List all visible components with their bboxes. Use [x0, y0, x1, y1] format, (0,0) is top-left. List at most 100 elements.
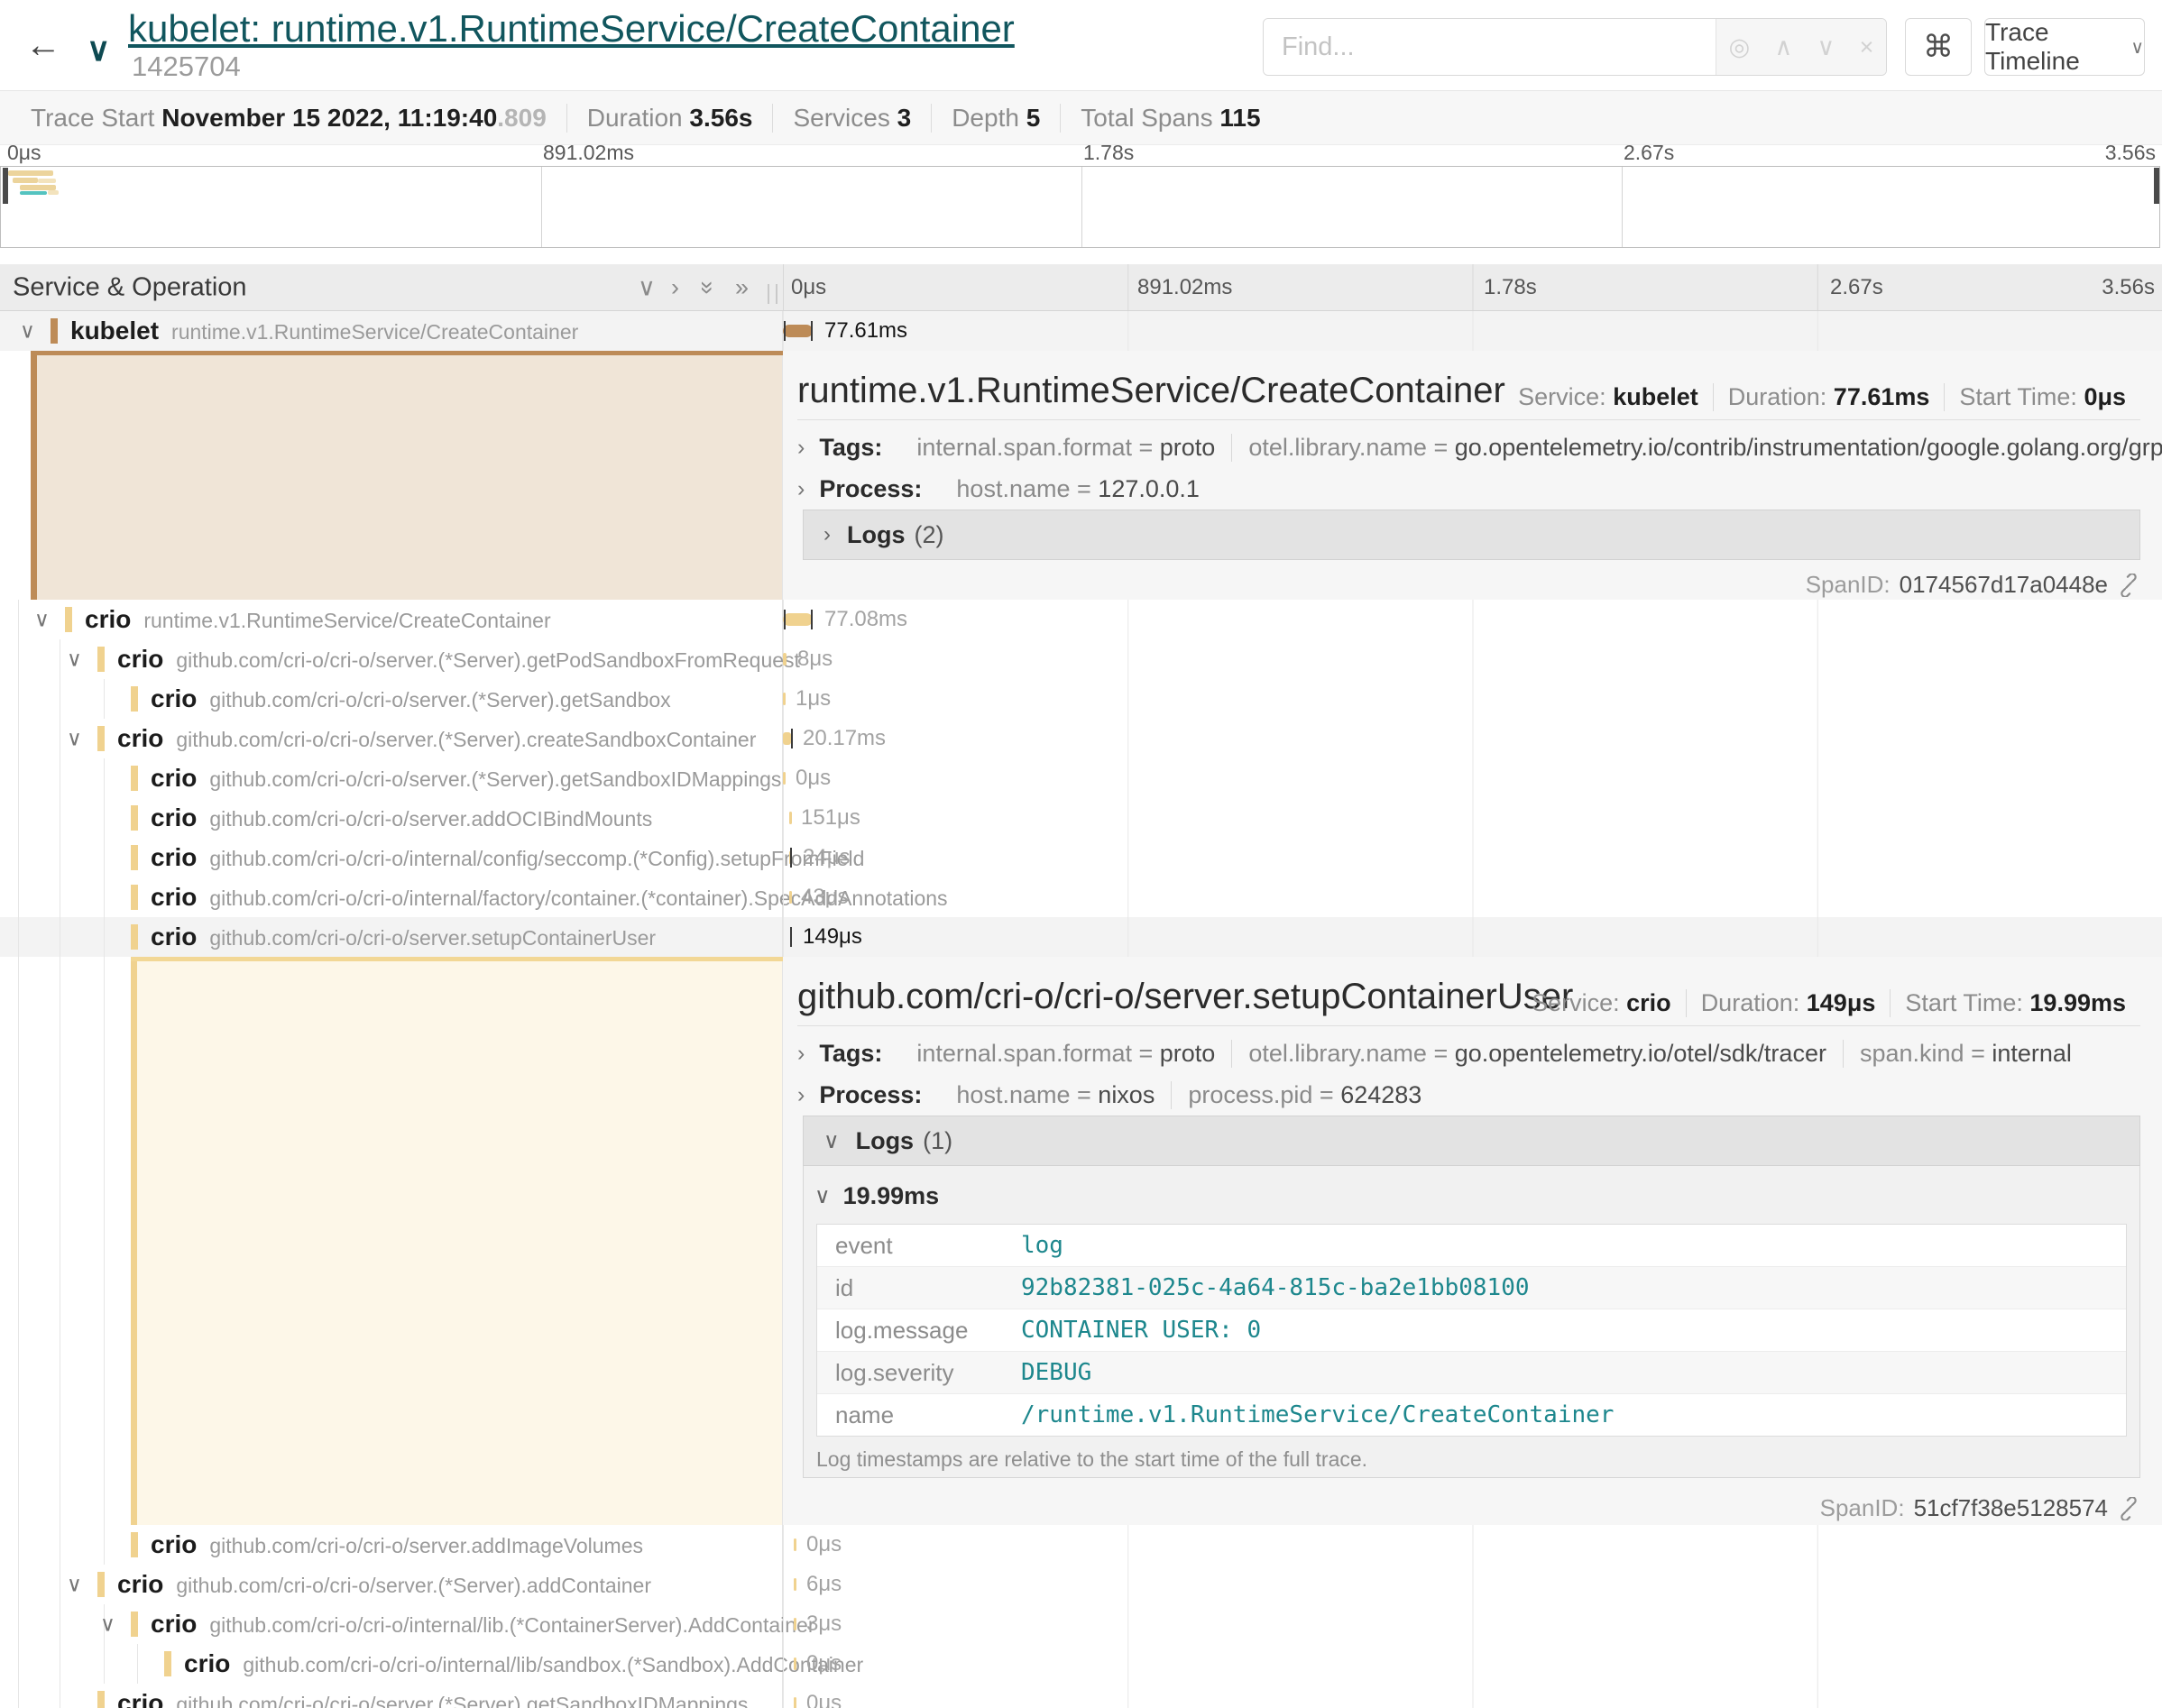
- span-id: SpanID: 51cf7f38e5128574: [1820, 1494, 2140, 1522]
- span-detail-row-kubelet: runtime.v1.RuntimeService/CreateContaine…: [0, 351, 2162, 600]
- trace-total-spans: Total Spans 115: [1060, 104, 1280, 133]
- span-timeline-cell[interactable]: 149μs: [783, 917, 2162, 957]
- span-timeline-cell[interactable]: 151μs: [783, 798, 2162, 838]
- log-timestamps-note: Log timestamps are relative to the start…: [816, 1447, 1367, 1472]
- minimap-span-bar: [20, 191, 47, 195]
- chevron-right-icon: ›: [797, 1082, 805, 1108]
- column-resize-grip[interactable]: [768, 284, 777, 304]
- span-timeline-cell[interactable]: 0μs: [783, 1644, 2162, 1684]
- span-timeline-cell[interactable]: 1μs: [783, 679, 2162, 719]
- logs-accordion[interactable]: ∨ Logs(1): [803, 1116, 2140, 1166]
- span-row[interactable]: criogithub.com/cri-o/cri-o/internal/fact…: [0, 877, 2162, 917]
- log-entry-header[interactable]: ∨ 19.99ms: [814, 1182, 939, 1210]
- span-timeline-cell[interactable]: 77.08ms: [783, 600, 2162, 639]
- span-detail-panel: github.com/cri-o/cri-o/server.setupConta…: [783, 957, 2162, 1525]
- chevron-down-icon[interactable]: ∨: [67, 1573, 82, 1597]
- chevron-down-icon[interactable]: ∨: [100, 1612, 115, 1637]
- chevron-down-icon[interactable]: ∨: [67, 727, 82, 751]
- expand-one-icon[interactable]: ›: [671, 273, 679, 301]
- log-field-row: eventlog: [817, 1225, 2126, 1267]
- collapse-one-icon[interactable]: ∨: [638, 273, 656, 301]
- minimap-tick-labels: 0μs 891.02ms 1.78s 2.67s 3.56s: [0, 141, 2162, 164]
- minimap-left-scrubber[interactable]: [3, 168, 8, 204]
- detail-left-gutter: [0, 351, 783, 600]
- span-timeline-cell[interactable]: 0μs: [783, 1525, 2162, 1565]
- span-timeline-cell[interactable]: 8μs: [783, 639, 2162, 679]
- locate-icon[interactable]: ◎: [1729, 33, 1751, 61]
- trace-title-link[interactable]: kubelet: runtime.v1.RuntimeService/Creat…: [128, 7, 1015, 51]
- timeline-tick-labels: 0μs 891.02ms 1.78s 2.67s 3.56s: [783, 264, 2162, 310]
- span-timeline-cell[interactable]: 20.17ms: [783, 719, 2162, 758]
- span-row[interactable]: ∨ criogithub.com/cri-o/cri-o/server.(*Se…: [0, 639, 2162, 679]
- span-timeline-cell[interactable]: 24μs: [783, 838, 2162, 877]
- span-timeline-cell[interactable]: 77.61ms: [783, 311, 2162, 351]
- span-timeline-cell[interactable]: 3μs: [783, 1604, 2162, 1644]
- chevron-down-icon: ∨: [2130, 36, 2144, 59]
- logs-accordion[interactable]: › Logs(2): [803, 510, 2140, 560]
- minimap-right-scrubber[interactable]: [2154, 168, 2159, 204]
- collapse-all-icon[interactable]: »: [694, 280, 722, 294]
- detail-title: github.com/cri-o/cri-o/server.setupConta…: [797, 977, 1573, 1017]
- chevron-down-icon: ∨: [823, 1128, 840, 1154]
- span-row[interactable]: criogithub.com/cri-o/cri-o/server.(*Serv…: [0, 1684, 2162, 1708]
- back-arrow-icon[interactable]: ←: [16, 16, 70, 74]
- log-field-row: log.severityDEBUG: [817, 1352, 2126, 1394]
- jaeger-trace-page: ← ∨ kubelet: runtime.v1.RuntimeService/C…: [0, 0, 2162, 1708]
- tags-accordion[interactable]: › Tags: internal.span.format = proto ote…: [797, 1040, 2088, 1068]
- span-row[interactable]: ∨ criogithub.com/cri-o/cri-o/server.(*Se…: [0, 719, 2162, 758]
- span-row[interactable]: ∨ criogithub.com/cri-o/cri-o/server.(*Se…: [0, 1565, 2162, 1604]
- span-row-kubelet-createcontainer[interactable]: ∨ kubeletruntime.v1.RuntimeService/Creat…: [0, 311, 2162, 351]
- span-timeline-cell[interactable]: 0μs: [783, 1684, 2162, 1708]
- chevron-down-icon[interactable]: ∨: [34, 608, 50, 632]
- span-row[interactable]: criogithub.com/cri-o/cri-o/server.addOCI…: [0, 798, 2162, 838]
- span-detail-row-setupcontaineruser: github.com/cri-o/cri-o/server.setupConta…: [0, 957, 2162, 1525]
- minimap-span-bar: [8, 170, 53, 176]
- log-marker: [790, 927, 792, 947]
- span-row[interactable]: criogithub.com/cri-o/cri-o/internal/lib/…: [0, 1644, 2162, 1684]
- span-row[interactable]: ∨ crioruntime.v1.RuntimeService/CreateCo…: [0, 600, 2162, 639]
- span-row[interactable]: criogithub.com/cri-o/cri-o/server.addIma…: [0, 1525, 2162, 1565]
- span-row[interactable]: criogithub.com/cri-o/cri-o/server.(*Serv…: [0, 679, 2162, 719]
- process-accordion[interactable]: › Process: host.name = nixos process.pid…: [797, 1081, 1438, 1109]
- find-controls: ◎ ∧ ∨ ×: [1716, 19, 1886, 75]
- span-timeline-cell[interactable]: 6μs: [783, 1565, 2162, 1604]
- log-fields-table: eventlog id92b82381-025c-4a64-815c-ba2e1…: [816, 1224, 2127, 1437]
- span-row[interactable]: criogithub.com/cri-o/cri-o/server.(*Serv…: [0, 758, 2162, 798]
- process-accordion[interactable]: › Process: host.name = 127.0.0.1: [797, 475, 1216, 503]
- trace-minimap[interactable]: [0, 166, 2160, 248]
- trace-id: 1425704: [132, 51, 241, 83]
- chevron-down-icon: ∨: [814, 1183, 831, 1209]
- span-row[interactable]: criogithub.com/cri-o/cri-o/internal/conf…: [0, 838, 2162, 877]
- chevron-down-icon[interactable]: ∨: [20, 319, 35, 344]
- detail-left-gutter: [0, 957, 783, 1525]
- chevron-right-icon: ›: [823, 522, 831, 547]
- trace-services: Services 3: [772, 104, 931, 133]
- chevron-right-icon: ›: [797, 435, 805, 461]
- detail-title: runtime.v1.RuntimeService/CreateContaine…: [797, 371, 1505, 411]
- tags-accordion[interactable]: › Tags: internal.span.format = proto ote…: [797, 434, 2162, 462]
- detail-meta: Service: crio Duration: 149μs Start Time…: [1517, 989, 2140, 1017]
- find-input[interactable]: [1264, 19, 1716, 75]
- span-row[interactable]: ∨ criogithub.com/cri-o/cri-o/internal/li…: [0, 1604, 2162, 1644]
- log-field-row: name/runtime.v1.RuntimeService/CreateCon…: [817, 1394, 2126, 1436]
- view-select-button[interactable]: Trace Timeline ∨: [1984, 18, 2145, 76]
- page-header: ← ∨ kubelet: runtime.v1.RuntimeService/C…: [0, 0, 2162, 90]
- link-icon[interactable]: [2117, 574, 2140, 597]
- log-field-row: id92b82381-025c-4a64-815c-ba2e1bb08100: [817, 1267, 2126, 1309]
- span-timeline-cell[interactable]: 43μs: [783, 877, 2162, 917]
- span-id: SpanID: 0174567d17a0448e: [1806, 571, 2140, 599]
- logs-panel: ∨ 19.99ms eventlog id92b82381-025c-4a64-…: [803, 1166, 2140, 1478]
- span-row-setupcontaineruser[interactable]: criogithub.com/cri-o/cri-o/server.setupC…: [0, 917, 2162, 957]
- prev-match-icon[interactable]: ∧: [1774, 33, 1792, 61]
- log-field-row: log.messageCONTAINER USER: 0: [817, 1309, 2126, 1352]
- minimap-span-bar: [48, 190, 59, 195]
- keyboard-shortcuts-button[interactable]: ⌘: [1905, 18, 1972, 76]
- log-marker: [784, 610, 786, 629]
- link-icon[interactable]: [2117, 1497, 2140, 1520]
- next-match-icon[interactable]: ∨: [1817, 33, 1835, 61]
- span-timeline-cell[interactable]: 0μs: [783, 758, 2162, 798]
- expand-all-icon[interactable]: »: [735, 273, 749, 301]
- trace-title-chevron-icon[interactable]: ∨: [87, 31, 110, 69]
- chevron-down-icon[interactable]: ∨: [67, 647, 82, 672]
- clear-find-icon[interactable]: ×: [1860, 33, 1874, 61]
